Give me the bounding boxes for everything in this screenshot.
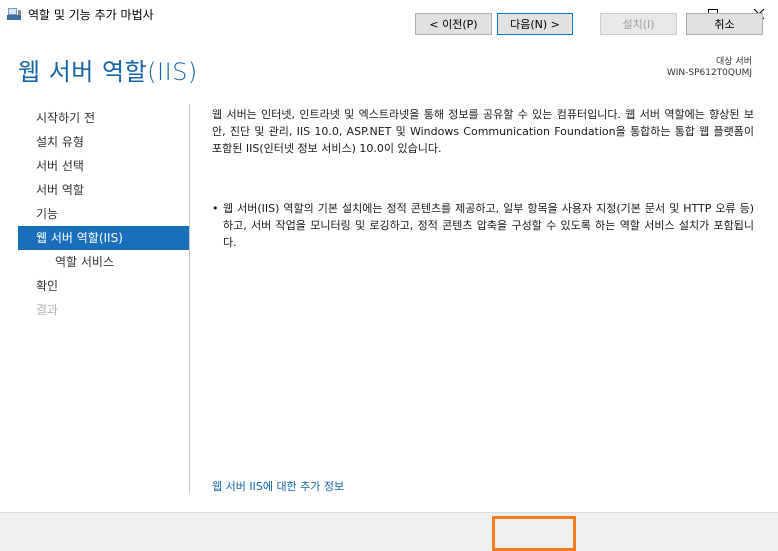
install-button: 설치(I) [600,13,677,35]
main-content: 웹 서버는 인터넷, 인트라넷 및 엑스트라넷을 통해 정보를 공유할 수 있는… [212,106,754,249]
page-title: 웹 서버 역할(IIS) [18,58,198,86]
intro-text: 웹 서버는 인터넷, 인트라넷 및 엑스트라넷을 통해 정보를 공유할 수 있는… [212,108,754,155]
nav-item-server-selection[interactable]: 서버 선택 [18,154,189,178]
target-server-name: WIN-SP612T0QUMJ [666,68,752,78]
server-manager-icon [6,6,22,22]
nav-item-role-services[interactable]: 역할 서비스 [18,250,189,274]
next-button[interactable]: 다음(N) > [497,13,573,35]
cancel-button[interactable]: 취소 [686,13,763,35]
nav-item-results: 결과 [36,303,59,317]
footer-bar [0,512,778,551]
nav-item-confirmation[interactable]: 확인 [18,274,189,298]
nav-item-server-roles[interactable]: 서버 역할 [18,178,189,202]
more-info-link[interactable]: 웹 서버 IIS에 대한 추가 정보 [212,478,344,494]
bullet-text: 웹 서버(IIS) 역할의 기본 설치에는 정적 콘텐츠를 제공하고, 일부 항… [223,202,754,249]
nav-item-before-you-begin[interactable]: 시작하기 전 [18,106,189,130]
nav-divider [189,104,190,493]
nav-item-installation-type[interactable]: 설치 유형 [18,130,189,154]
bullet-icon: • [212,202,219,215]
nav-item-features[interactable]: 기능 [18,202,189,226]
nav-item-web-server-role[interactable]: 웹 서버 역할(IIS) [18,226,189,250]
window-title: 역할 및 기능 추가 마법사 [28,8,154,22]
bullet-item: • 웹 서버(IIS) 역할의 기본 설치에는 정적 콘텐츠를 제공하고, 일부… [212,200,754,251]
target-server-label: 대상 서버 [716,57,752,67]
previous-button[interactable]: < 이전(P) [415,13,492,35]
wizard-steps-nav: 시작하기 전 설치 유형 서버 선택 서버 역할 기능 웹 서버 역할(IIS)… [18,106,189,322]
